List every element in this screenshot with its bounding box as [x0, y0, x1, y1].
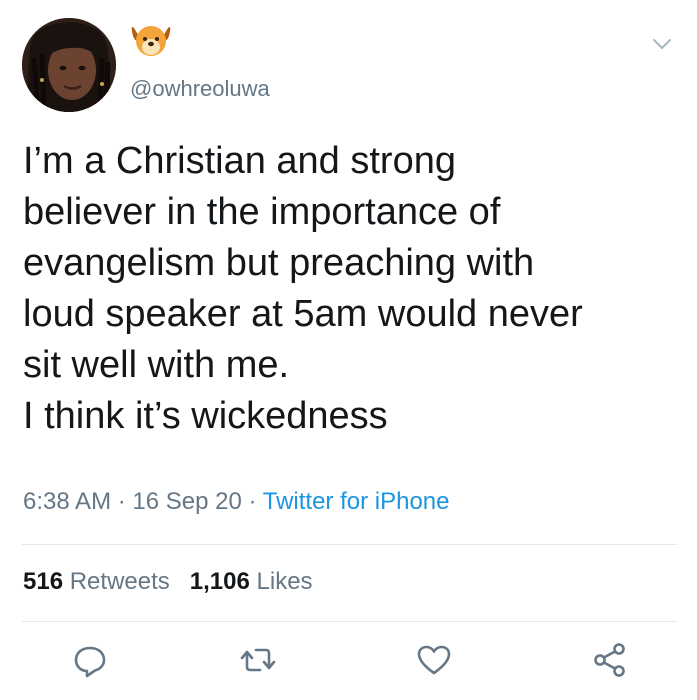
- tweet-source[interactable]: Twitter for iPhone: [263, 488, 450, 515]
- tweet-meta: 6:38 AM · 16 Sep 20 · Twitter for iPhone: [23, 487, 449, 517]
- tweet-time[interactable]: 6:38 AM: [23, 488, 111, 515]
- tweet-stats: 516 Retweets 1,106 Likes: [23, 567, 313, 597]
- action-bar: [0, 640, 697, 680]
- tweet-text: I’m a Christian and strong believer in t…: [23, 140, 583, 437]
- likes-stat[interactable]: 1,106 Likes: [190, 568, 313, 595]
- dog-face-emoji: [130, 22, 172, 58]
- meta-separator: ·: [111, 488, 133, 515]
- chevron-down-icon[interactable]: [650, 36, 674, 52]
- divider: [22, 544, 677, 545]
- reply-icon[interactable]: [70, 640, 110, 680]
- divider: [22, 621, 677, 622]
- user-handle[interactable]: @owhreoluwa: [130, 76, 270, 102]
- profile-photo: [22, 18, 116, 112]
- share-icon[interactable]: [590, 640, 630, 680]
- meta-separator: ·: [241, 488, 263, 515]
- likes-label: Likes: [256, 568, 313, 595]
- retweet-icon[interactable]: [238, 640, 278, 680]
- retweets-stat[interactable]: 516 Retweets: [23, 568, 170, 595]
- heart-icon[interactable]: [414, 640, 454, 680]
- likes-count: 1,106: [189, 568, 250, 595]
- avatar[interactable]: [22, 18, 116, 112]
- retweets-label: Retweets: [69, 568, 170, 595]
- retweets-count: 516: [23, 568, 64, 595]
- tweet-date[interactable]: 16 Sep 20: [132, 488, 241, 515]
